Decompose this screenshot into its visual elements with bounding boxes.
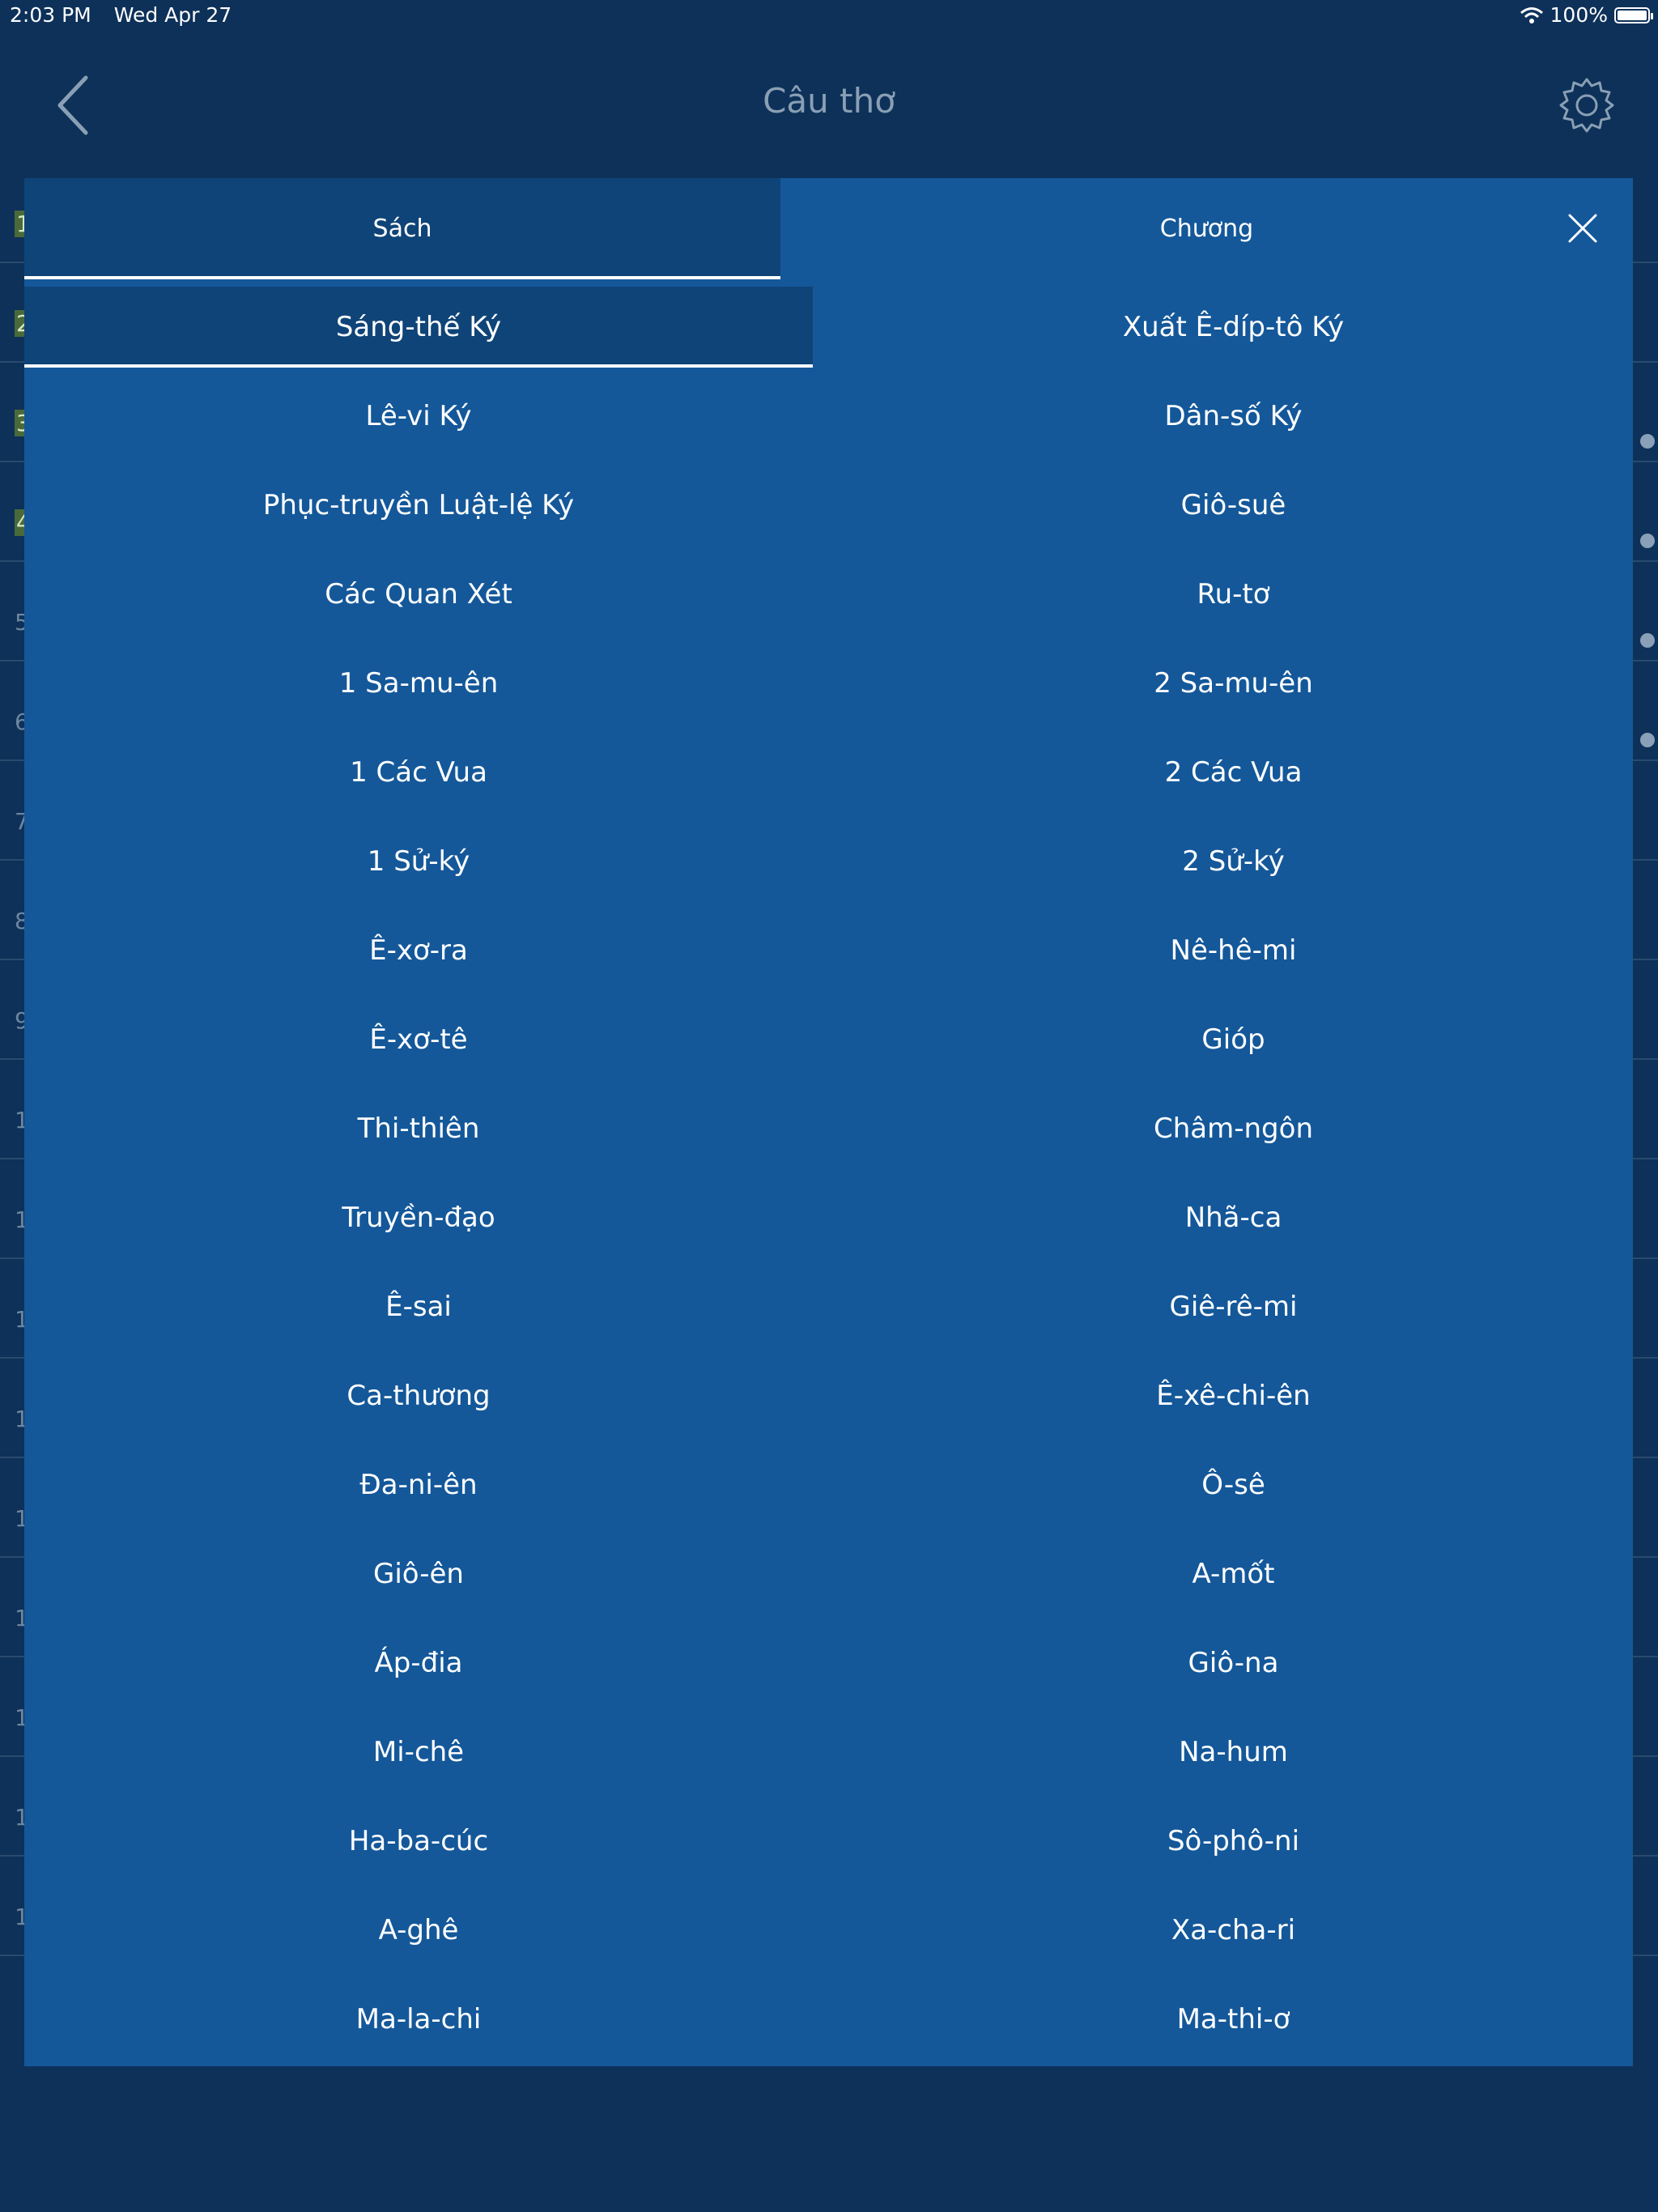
battery-percent: 100% bbox=[1550, 3, 1608, 27]
book-grid: Sáng-thế Ký Xuất Ê-díp-tô Ký Lê-vi Ký Dân-s… bbox=[24, 287, 1633, 2066]
page-title: Câu thơ bbox=[763, 81, 895, 121]
book-item[interactable]: Nhã-ca bbox=[834, 1177, 1633, 1258]
book-item[interactable]: A-mốt bbox=[834, 1534, 1633, 1614]
picker-tabs: Sách Chương bbox=[24, 178, 1633, 279]
gear-icon bbox=[1559, 78, 1614, 133]
book-item[interactable]: Ô-sê bbox=[834, 1444, 1633, 1525]
book-item[interactable]: A-ghê bbox=[24, 1890, 813, 1971]
book-item[interactable]: Áp-đia bbox=[24, 1623, 813, 1704]
book-item[interactable]: 1 Sử-ký bbox=[24, 821, 813, 902]
book-item[interactable]: Ê-xơ-tê bbox=[24, 999, 813, 1080]
book-item[interactable]: Gióp bbox=[834, 999, 1633, 1080]
book-item[interactable]: Ru-tơ bbox=[834, 554, 1633, 635]
book-item[interactable]: Giô-na bbox=[834, 1623, 1633, 1704]
wifi-icon bbox=[1520, 6, 1543, 23]
book-item[interactable]: Thi-thiên bbox=[24, 1088, 813, 1169]
book-item[interactable]: Ma-thi-ơ bbox=[834, 1979, 1633, 2060]
book-item[interactable]: 1 Các Vua bbox=[24, 732, 813, 813]
book-item[interactable]: Phục-truyền Luật-lệ Ký bbox=[24, 465, 813, 546]
book-item[interactable]: Lê-vi Ký bbox=[24, 376, 813, 457]
book-item[interactable]: Ma-la-chi bbox=[24, 1979, 813, 2060]
status-date: Wed Apr 27 bbox=[113, 3, 232, 27]
settings-button[interactable] bbox=[1556, 74, 1618, 136]
book-item[interactable]: Xuất Ê-díp-tô Ký bbox=[834, 287, 1633, 368]
book-item[interactable]: Giê-rê-mi bbox=[834, 1266, 1633, 1347]
book-item[interactable]: Ê-sai bbox=[24, 1266, 813, 1347]
book-item[interactable]: Nê-hê-mi bbox=[834, 910, 1633, 991]
book-item[interactable]: Xa-cha-ri bbox=[834, 1890, 1633, 1971]
book-item[interactable]: Đa-ni-ên bbox=[24, 1444, 813, 1525]
status-right: 100% bbox=[1520, 3, 1653, 27]
favorite-icon bbox=[1640, 733, 1655, 747]
book-item[interactable]: 2 Sa-mu-ên bbox=[834, 643, 1633, 724]
favorite-icon bbox=[1640, 434, 1655, 449]
close-button[interactable] bbox=[1565, 211, 1601, 246]
battery-icon bbox=[1614, 6, 1653, 23]
book-item[interactable]: Sô-phô-ni bbox=[834, 1801, 1633, 1882]
book-item[interactable]: 1 Sa-mu-ên bbox=[24, 643, 813, 724]
status-time: 2:03 PM bbox=[10, 3, 91, 27]
book-item[interactable]: Ca-thương bbox=[24, 1355, 813, 1436]
book-item[interactable]: Ê-xê-chi-ên bbox=[834, 1355, 1633, 1436]
tab-chapters[interactable]: Chương bbox=[780, 178, 1633, 279]
book-item[interactable]: Giô-ên bbox=[24, 1534, 813, 1614]
book-item[interactable]: Mi-chê bbox=[24, 1712, 813, 1793]
status-left: 2:03 PM Wed Apr 27 bbox=[10, 3, 248, 27]
favorite-icon bbox=[1640, 633, 1655, 648]
tab-books[interactable]: Sách bbox=[24, 178, 780, 279]
book-item[interactable]: 2 Các Vua bbox=[834, 732, 1633, 813]
book-picker-modal: Sách Chương Sáng-thế Ký Xuất Ê-díp-tô Ký L… bbox=[24, 178, 1633, 2066]
nav-bar: Câu thơ bbox=[0, 49, 1658, 162]
favorite-icon bbox=[1640, 534, 1655, 548]
close-icon bbox=[1568, 214, 1597, 243]
book-item[interactable]: Châm-ngôn bbox=[834, 1088, 1633, 1169]
book-item[interactable]: Truyền-đạo bbox=[24, 1177, 813, 1258]
book-item[interactable]: Na-hum bbox=[834, 1712, 1633, 1793]
book-item[interactable]: 2 Sử-ký bbox=[834, 821, 1633, 902]
book-item[interactable]: Ê-xơ-ra bbox=[24, 910, 813, 991]
book-item[interactable]: Giô-suê bbox=[834, 465, 1633, 546]
book-item[interactable]: Ha-ba-cúc bbox=[24, 1801, 813, 1882]
status-bar: 2:03 PM Wed Apr 27 100% bbox=[0, 0, 1658, 32]
book-item[interactable]: Dân-số Ký bbox=[834, 376, 1633, 457]
book-item[interactable]: Sáng-thế Ký bbox=[24, 287, 813, 368]
book-item[interactable]: Các Quan Xét bbox=[24, 554, 813, 635]
